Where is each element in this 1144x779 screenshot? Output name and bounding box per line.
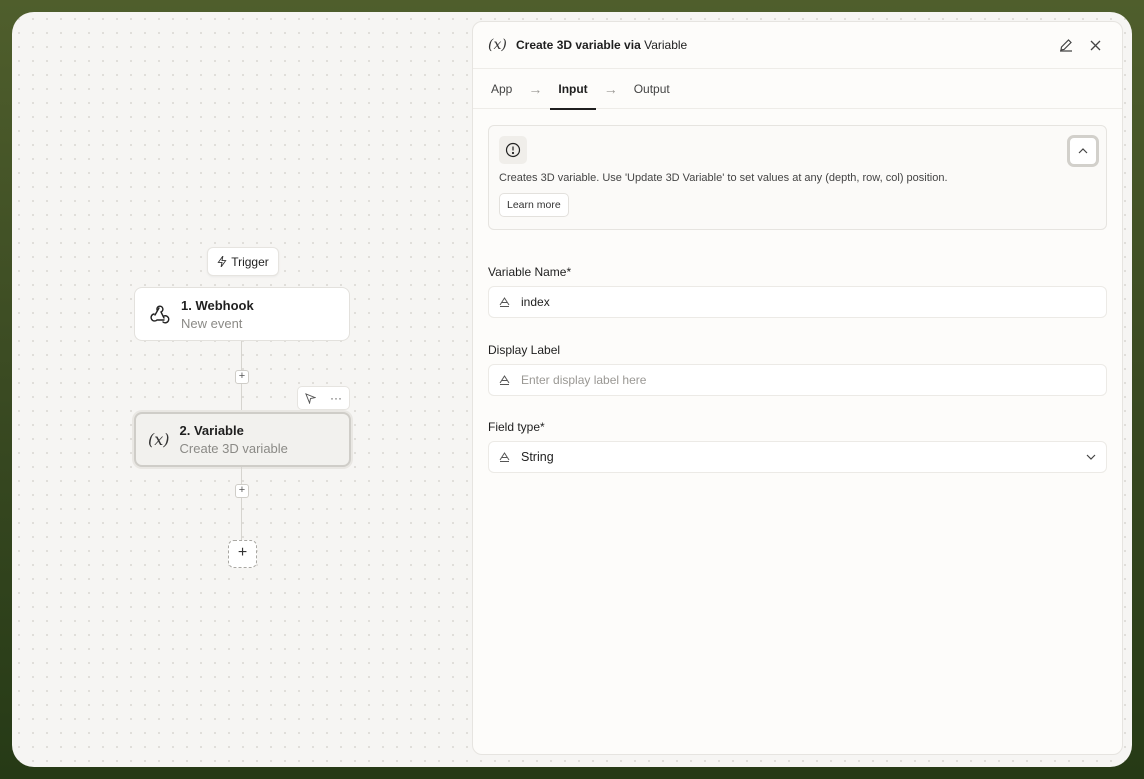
- collapse-button[interactable]: [1067, 135, 1099, 167]
- info-card: Creates 3D variable. Use 'Update 3D Vari…: [488, 125, 1107, 230]
- info-icon-wrap: [499, 136, 527, 164]
- node-subtitle: New event: [181, 315, 243, 331]
- trigger-label: Trigger: [231, 254, 269, 269]
- chevron-up-icon: [1078, 148, 1088, 154]
- close-icon: [1090, 40, 1100, 50]
- display-label-field: [488, 364, 1107, 396]
- connector-line: [241, 467, 242, 540]
- step-config-panel: (x) Create 3D variable via Variable App …: [472, 21, 1123, 755]
- node-toolbar: ···: [297, 386, 350, 410]
- field-type-label: Field type*: [488, 420, 545, 434]
- node-variable[interactable]: (x) 2. Variable Create 3D variable: [134, 412, 351, 467]
- close-button[interactable]: [1083, 33, 1107, 57]
- webhook-icon: [150, 305, 170, 324]
- display-label-input[interactable]: [521, 373, 1096, 387]
- arrow-right-icon: →: [603, 80, 618, 97]
- variable-icon: (x): [488, 37, 507, 53]
- node-title: 1. Webhook: [181, 297, 254, 313]
- info-description: Creates 3D variable. Use 'Update 3D Vari…: [499, 172, 948, 184]
- learn-more-button[interactable]: Learn more: [499, 193, 569, 217]
- pencil-icon: [1060, 39, 1072, 52]
- variable-name-label: Variable Name*: [488, 265, 572, 279]
- text-type-icon: [499, 297, 511, 307]
- field-type-value: String: [521, 450, 554, 464]
- variable-icon: (x): [148, 430, 170, 449]
- tab-app[interactable]: App: [491, 69, 512, 109]
- add-step-button[interactable]: +: [235, 370, 249, 384]
- text-type-icon: [499, 452, 511, 462]
- panel-title-app: Variable: [644, 38, 688, 52]
- tab-output[interactable]: Output: [634, 69, 670, 109]
- panel-title: Create 3D variable via Variable: [516, 38, 1049, 52]
- app-frame: Trigger 1. Webhook New event + ··· (x) 2…: [12, 12, 1132, 767]
- edit-button[interactable]: [1054, 33, 1078, 57]
- node-webhook[interactable]: 1. Webhook New event: [134, 287, 350, 341]
- step-tabs: App → Input → Output: [473, 69, 1122, 110]
- panel-title-prefix: Create 3D variable via: [516, 38, 641, 52]
- arrow-right-icon: →: [528, 80, 543, 97]
- cursor-icon[interactable]: [305, 392, 316, 404]
- lightning-icon: [217, 256, 227, 267]
- panel-header: (x) Create 3D variable via Variable: [473, 22, 1122, 69]
- field-type-select[interactable]: String: [488, 441, 1107, 473]
- tab-input[interactable]: Input: [550, 69, 597, 110]
- display-label-label: Display Label: [488, 343, 561, 357]
- chevron-down-icon: [1086, 454, 1096, 460]
- node-subtitle: Create 3D variable: [179, 441, 288, 456]
- node-title: 2. Variable: [179, 423, 244, 438]
- trigger-chip[interactable]: Trigger: [207, 247, 279, 276]
- add-step-button[interactable]: +: [235, 484, 249, 498]
- add-final-step-button[interactable]: +: [228, 540, 257, 568]
- more-options-icon[interactable]: ···: [330, 391, 342, 405]
- variable-name-value: index: [521, 295, 550, 309]
- text-type-icon: [499, 375, 511, 385]
- info-icon: [505, 142, 521, 158]
- variable-name-field[interactable]: index: [488, 286, 1107, 318]
